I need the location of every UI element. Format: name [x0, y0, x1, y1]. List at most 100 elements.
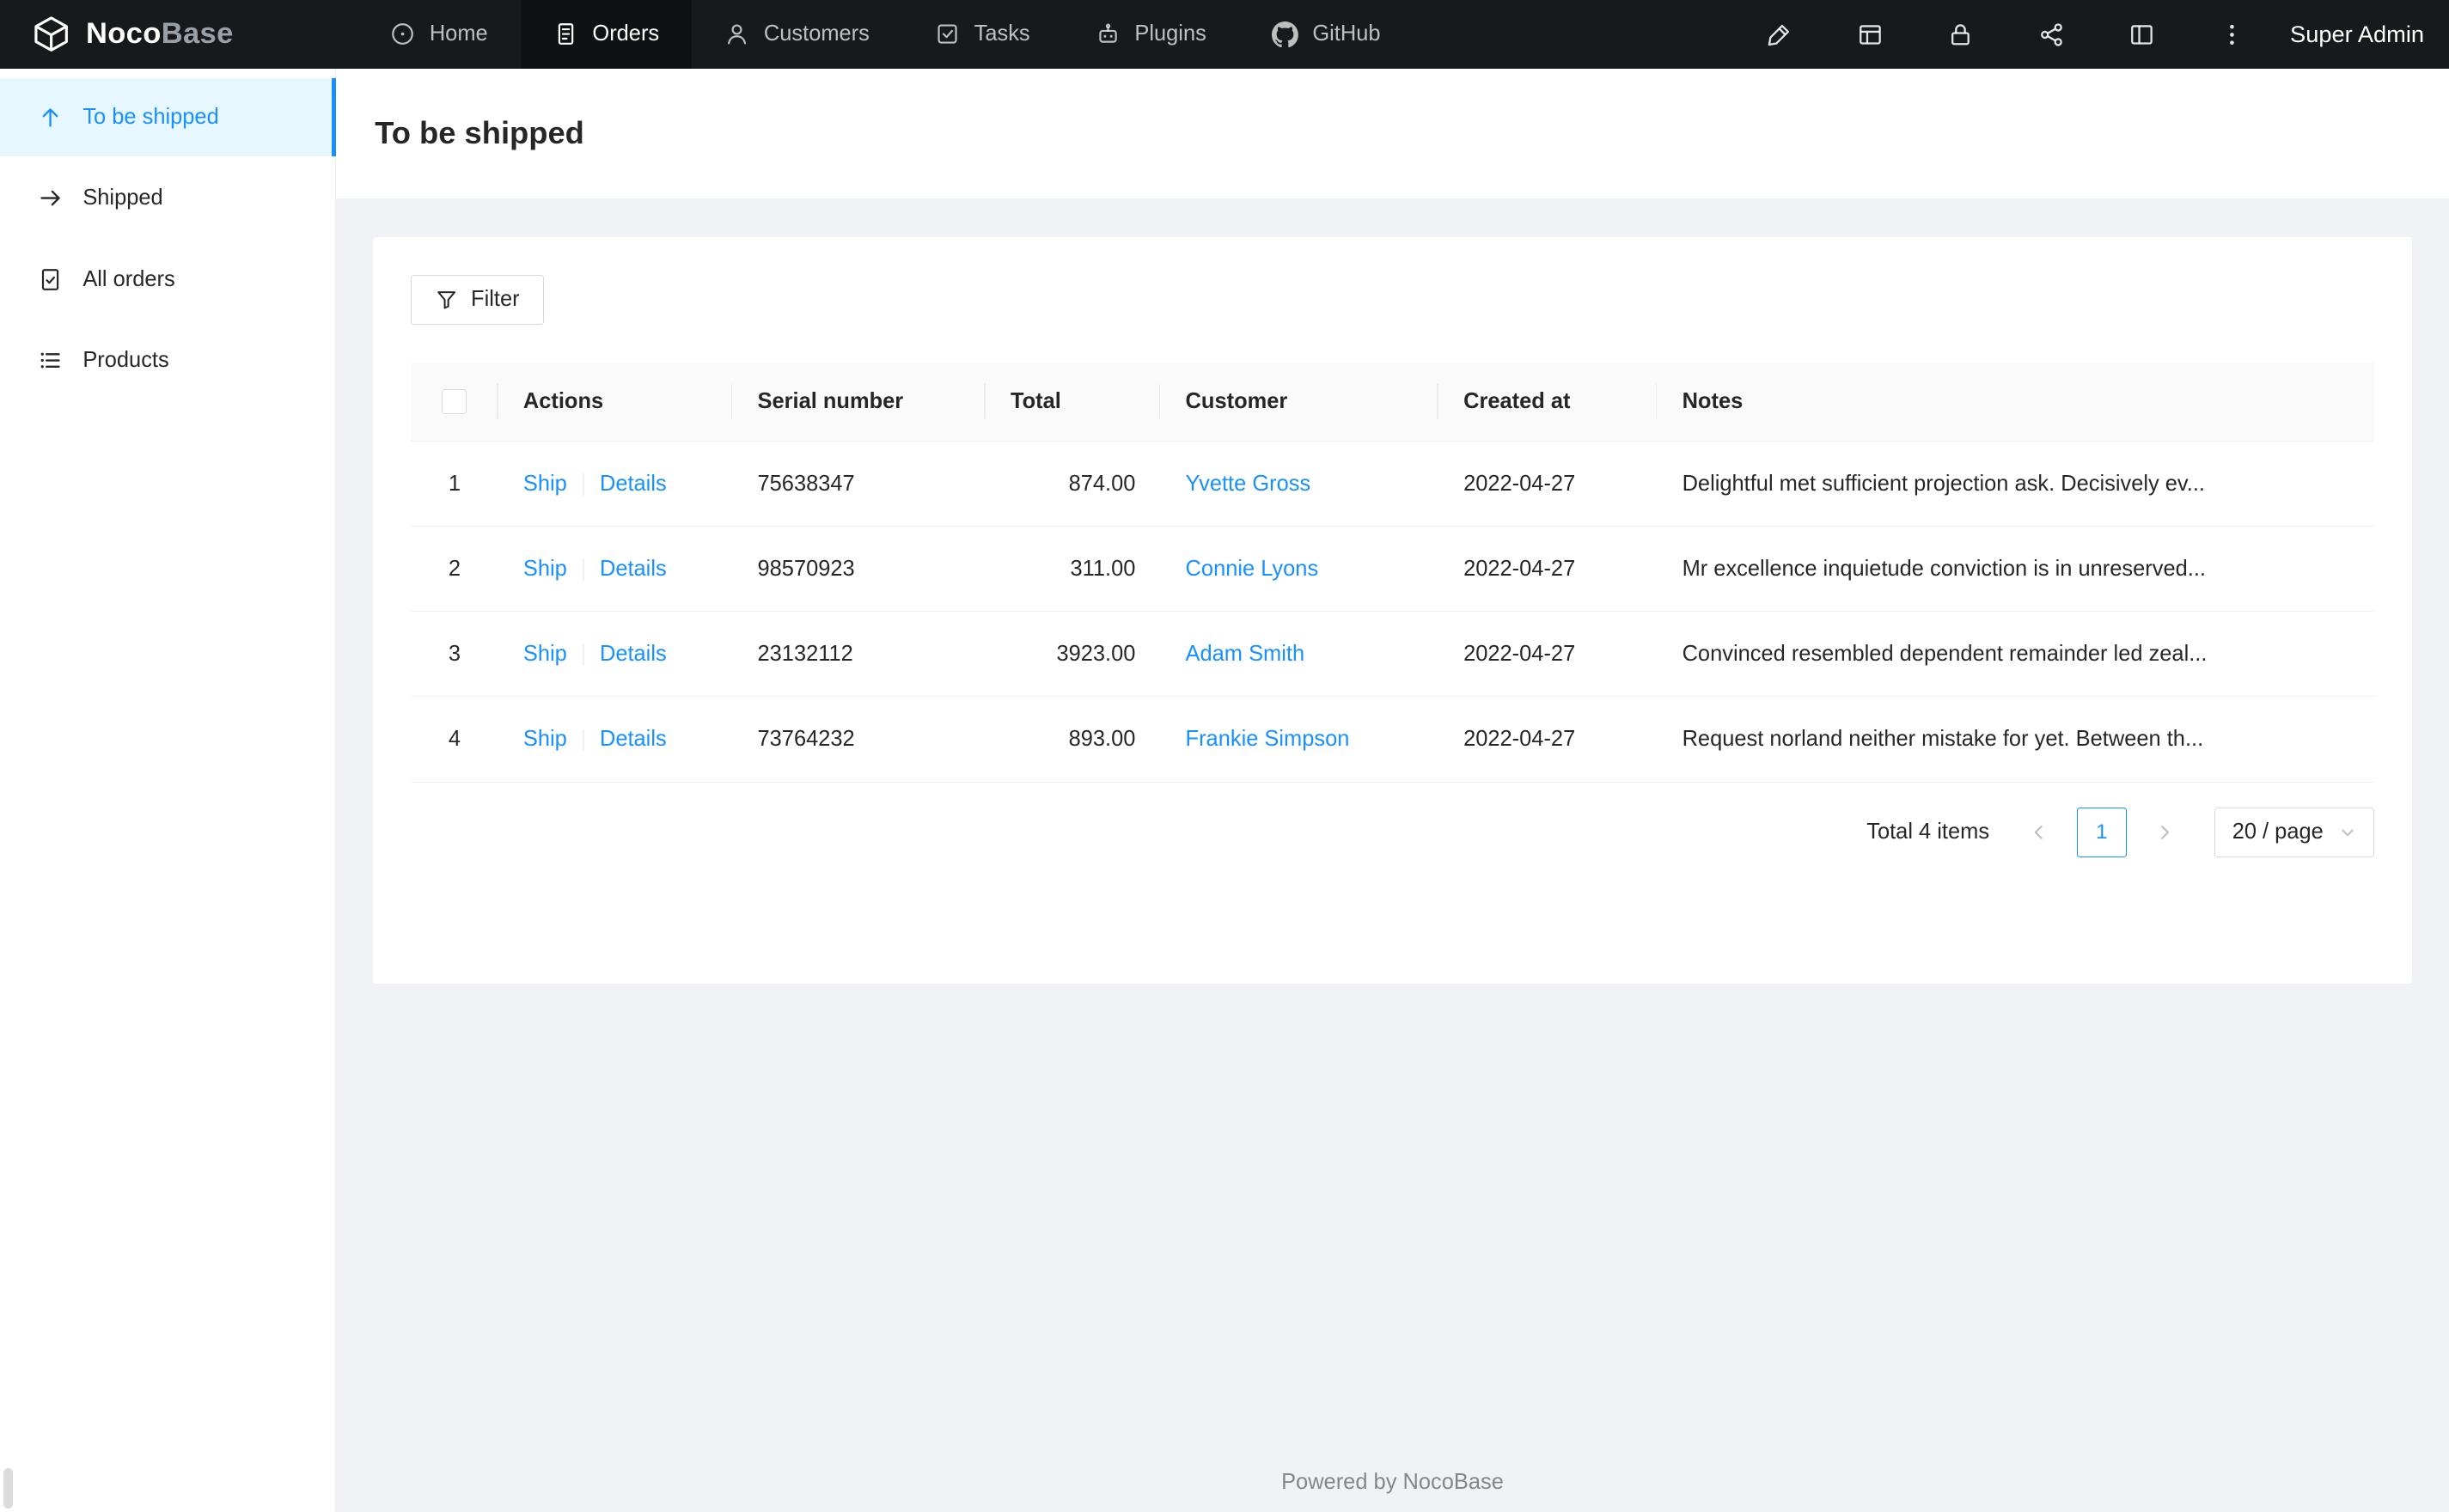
serial-cell: 75638347 — [732, 441, 986, 527]
nav-item-label: Home — [429, 21, 488, 46]
ship-link[interactable]: Ship — [523, 642, 567, 666]
customers-icon — [724, 21, 749, 46]
page-title: To be shipped — [375, 115, 584, 151]
plugins-icon — [1096, 21, 1121, 46]
customer-link[interactable]: Frankie Simpson — [1186, 727, 1350, 751]
column-header-actions: Actions — [498, 362, 733, 442]
page-size-value: 20 / page — [2232, 820, 2324, 844]
layout-icon[interactable] — [2097, 0, 2187, 69]
pagination-page-1[interactable]: 1 — [2076, 807, 2127, 857]
home-icon — [390, 21, 415, 46]
more-icon[interactable] — [2187, 0, 2277, 69]
unordered-list-icon — [38, 348, 63, 373]
lock-icon[interactable] — [1915, 0, 2006, 69]
nav-item-plugins[interactable]: Plugins — [1063, 0, 1239, 69]
details-link[interactable]: Details — [600, 727, 667, 751]
actions-cell: Ship Details — [498, 611, 733, 698]
customer-link[interactable]: Connie Lyons — [1186, 557, 1319, 581]
customer-cell: Yvette Gross — [1160, 441, 1439, 527]
pagination-total: Total 4 items — [1866, 820, 1990, 844]
customer-link[interactable]: Yvette Gross — [1186, 472, 1311, 496]
pagination-next-button[interactable] — [2139, 808, 2189, 857]
arrow-right-icon — [38, 186, 63, 210]
notes-cell: Convinced resembled dependent remainder … — [1657, 611, 2374, 698]
user-menu[interactable]: Super Admin — [2290, 21, 2424, 48]
action-divider — [582, 558, 584, 581]
highlight-icon[interactable] — [1734, 0, 1824, 69]
nav-item-github[interactable]: GitHub — [1239, 0, 1414, 69]
customer-cell: Frankie Simpson — [1160, 696, 1439, 783]
nav-item-home[interactable]: Home — [357, 0, 521, 69]
main-content: Filter Actions Serial number Total Custo… — [336, 198, 2449, 1512]
row-index: 1 — [411, 441, 498, 527]
sidebar-item-shipped[interactable]: Shipped — [0, 159, 335, 237]
api-icon[interactable] — [2006, 0, 2096, 69]
details-link[interactable]: Details — [600, 642, 667, 666]
github-icon — [1272, 21, 1299, 48]
action-divider — [582, 473, 584, 496]
orders-card: Filter Actions Serial number Total Custo… — [373, 237, 2412, 985]
filter-button[interactable]: Filter — [411, 274, 544, 326]
customer-cell: Connie Lyons — [1160, 526, 1439, 613]
pagination-prev-button[interactable] — [2014, 808, 2064, 857]
customer-link[interactable]: Adam Smith — [1186, 642, 1305, 666]
tasks-icon — [935, 21, 960, 46]
main-nav: Home Orders Customers Tasks Plugins GitH… — [357, 0, 1413, 69]
orders-table-body: 1 Ship Details 75638347 874.00 Yvette Gro… — [411, 441, 2374, 783]
total-cell: 893.00 — [985, 696, 1161, 783]
created-cell: 2022-04-27 — [1438, 441, 1658, 527]
top-navbar: NocoBase Home Orders Customers Tasks Plu… — [0, 0, 2449, 69]
column-header-serial: Serial number — [732, 362, 986, 442]
table-header: Actions Serial number Total Customer Cre… — [411, 362, 2374, 442]
select-all-checkbox[interactable] — [442, 389, 467, 415]
details-link[interactable]: Details — [600, 472, 667, 496]
action-divider — [582, 643, 584, 666]
actions-cell: Ship Details — [498, 696, 733, 783]
filter-button-label: Filter — [471, 287, 520, 312]
logo-text: NocoBase — [86, 17, 234, 51]
page-header: To be shipped — [335, 68, 2449, 198]
nav-item-customers[interactable]: Customers — [692, 0, 902, 69]
nocobase-logo[interactable]: NocoBase — [0, 0, 336, 69]
ship-link[interactable]: Ship — [523, 472, 567, 496]
row-index: 4 — [411, 696, 498, 783]
sidebar-item-label: To be shipped — [82, 104, 219, 129]
actions-cell: Ship Details — [498, 441, 733, 527]
sidebar-item-label: Products — [82, 348, 169, 373]
nav-item-orders[interactable]: Orders — [520, 0, 693, 69]
sidebar-scrollbar-thumb[interactable] — [3, 1467, 13, 1509]
nav-item-label: Tasks — [974, 21, 1030, 46]
powered-by-footer: Powered by NocoBase — [1281, 1469, 1504, 1494]
sidebar-item-all-orders[interactable]: All orders — [0, 241, 335, 319]
ship-link[interactable]: Ship — [523, 727, 567, 751]
ship-link[interactable]: Ship — [523, 557, 567, 581]
orders-icon — [553, 21, 578, 46]
notes-cell: Mr excellence inquietude conviction is i… — [1657, 526, 2374, 613]
logo-noco: Noco — [85, 17, 162, 51]
serial-cell: 23132112 — [732, 611, 986, 698]
nav-item-label: Orders — [592, 21, 660, 46]
column-header-notes: Notes — [1657, 362, 2374, 442]
customer-cell: Adam Smith — [1160, 611, 1439, 698]
nav-item-label: GitHub — [1312, 21, 1381, 46]
created-cell: 2022-04-27 — [1438, 696, 1658, 783]
row-index: 2 — [411, 526, 498, 613]
page-size-select[interactable]: 20 / page — [2214, 807, 2374, 857]
notes-cell: Delightful met sufficient projection ask… — [1657, 441, 2374, 527]
sidebar-item-products[interactable]: Products — [0, 321, 335, 399]
orders-table: Actions Serial number Total Customer Cre… — [411, 362, 2374, 783]
column-header-created: Created at — [1438, 362, 1658, 442]
table-row: 3 Ship Details 23132112 3923.00 Adam Smit… — [411, 611, 2374, 698]
nocobase-app: NocoBase Home Orders Customers Tasks Plu… — [0, 0, 2449, 1512]
serial-cell: 98570923 — [732, 526, 986, 613]
details-link[interactable]: Details — [600, 557, 667, 581]
navbar-right: Super Admin — [1734, 0, 2449, 69]
nav-item-tasks[interactable]: Tasks — [902, 0, 1063, 69]
sidebar-item-label: All orders — [82, 266, 175, 291]
table-row: 4 Ship Details 73764232 893.00 Frankie Si… — [411, 696, 2374, 783]
collections-icon[interactable] — [1824, 0, 1915, 69]
logo-base: Base — [161, 17, 234, 51]
actions-cell: Ship Details — [498, 526, 733, 613]
sidebar-item-to-be-shipped[interactable]: To be shipped — [0, 77, 338, 156]
notes-cell: Request norland neither mistake for yet.… — [1657, 696, 2374, 783]
